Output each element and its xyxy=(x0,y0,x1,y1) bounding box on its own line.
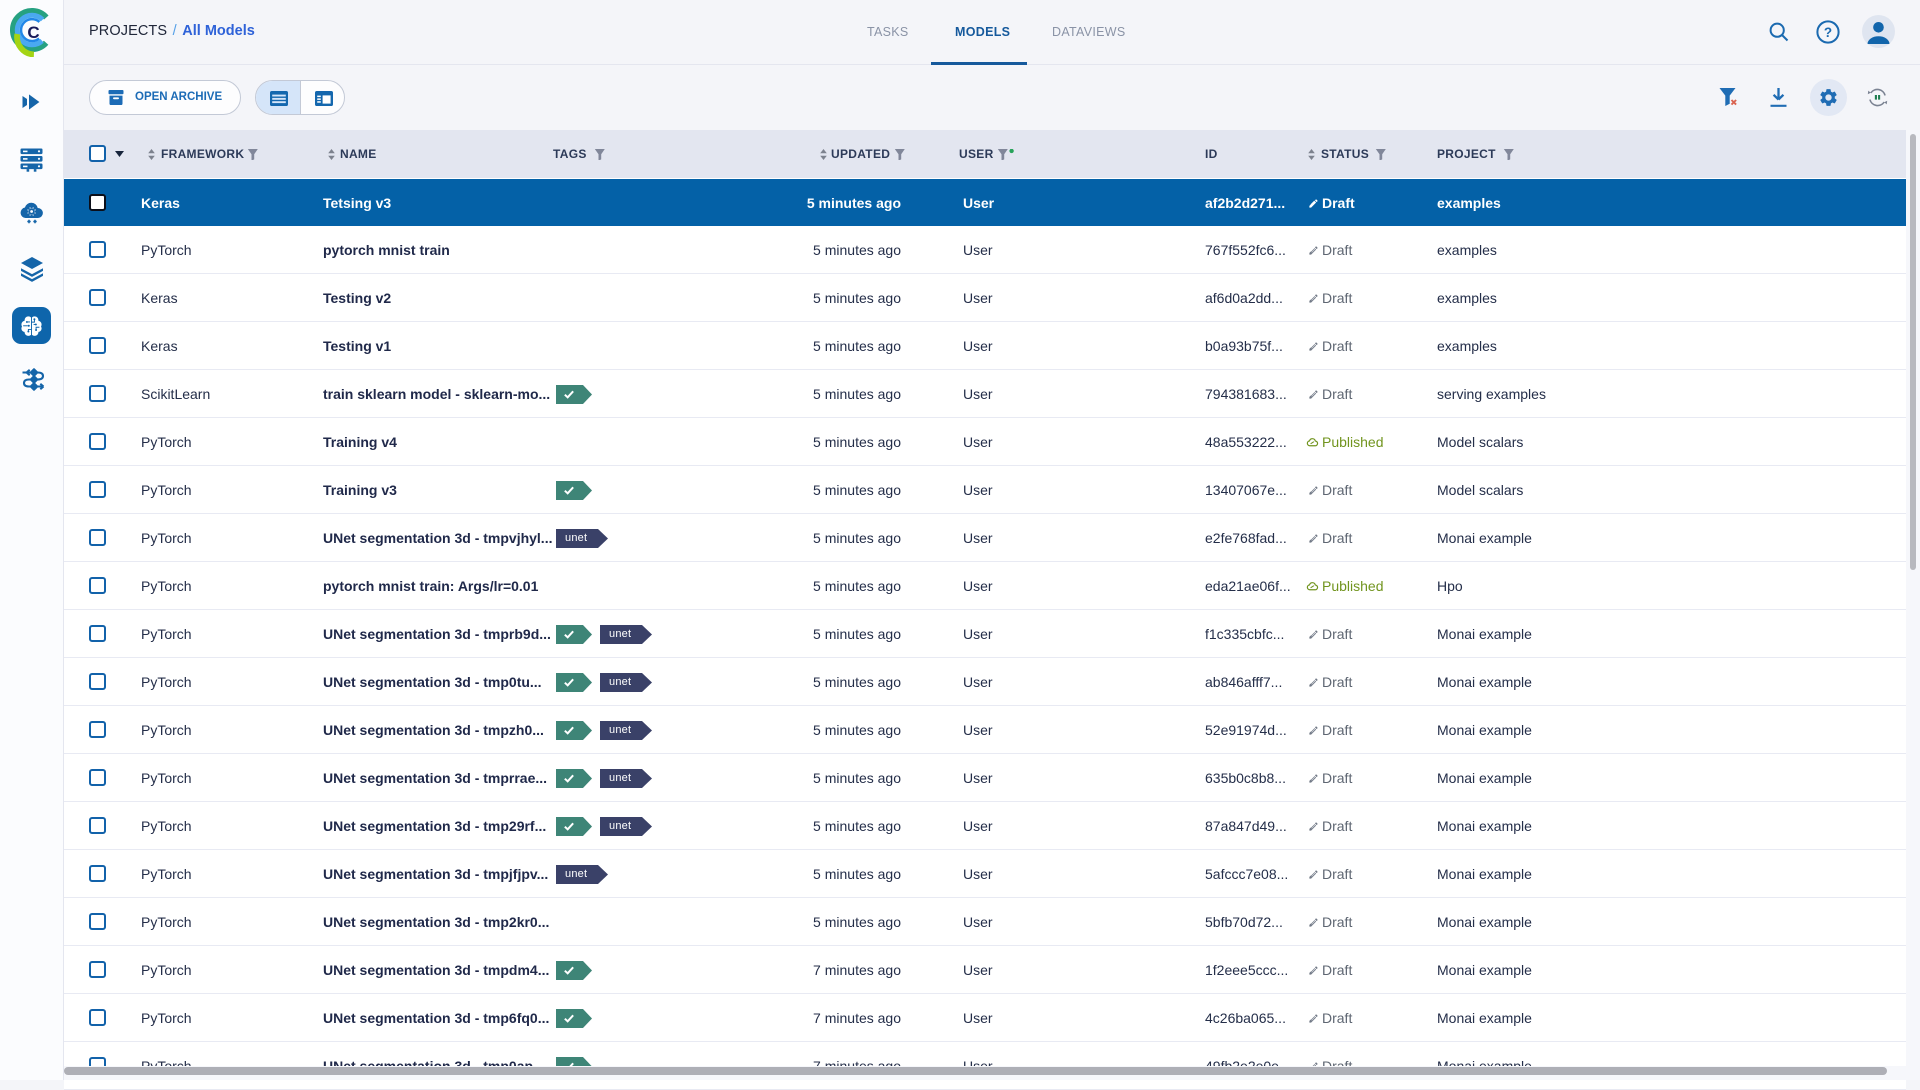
svg-text:C: C xyxy=(27,23,39,42)
svg-text:?: ? xyxy=(1824,25,1832,40)
